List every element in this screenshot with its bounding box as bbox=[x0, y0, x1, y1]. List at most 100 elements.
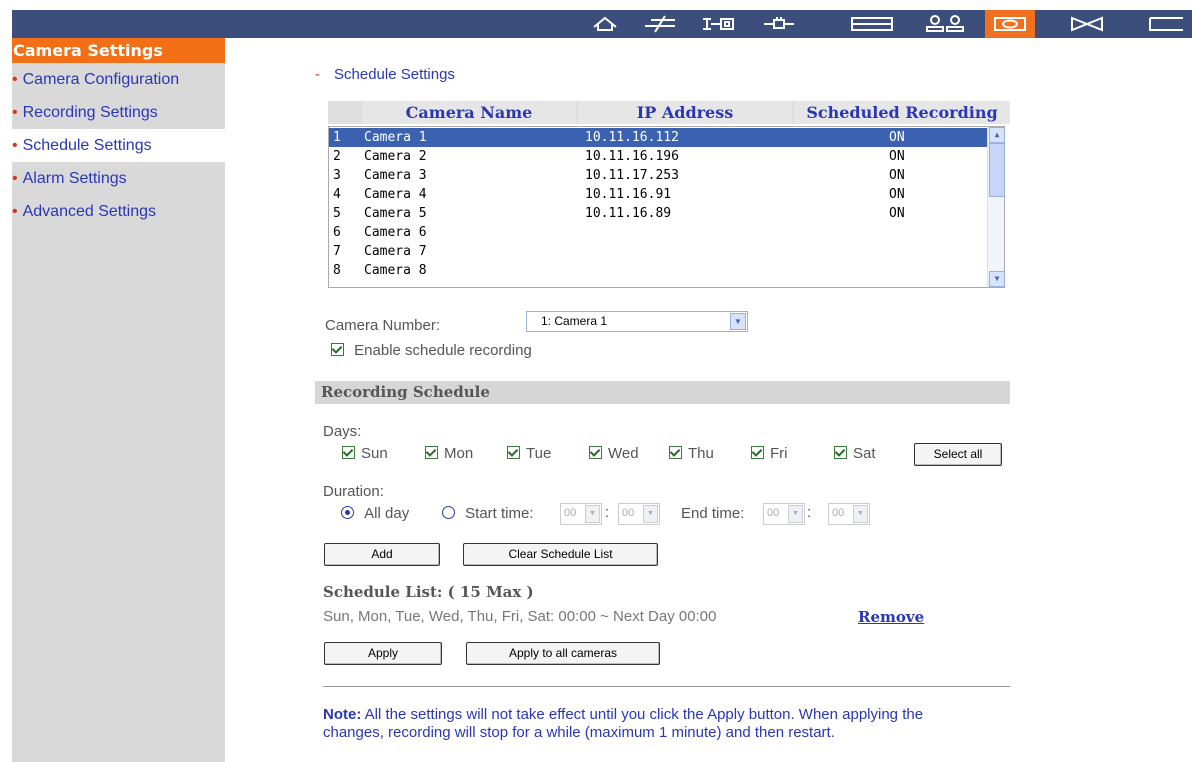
scroll-down-icon[interactable]: ▼ bbox=[989, 271, 1005, 287]
top-toolbar bbox=[12, 10, 1192, 38]
table-row[interactable]: 5 Camera 5 10.11.16.89 ON bbox=[329, 204, 987, 223]
header-scheduled-recording[interactable]: Scheduled Recording bbox=[794, 101, 1010, 124]
network-icon[interactable] bbox=[638, 10, 682, 38]
camera-number-select[interactable]: 1: Camera 1 ▼ bbox=[526, 311, 748, 332]
table-cell-ip: 10.11.16.112 bbox=[585, 130, 679, 145]
table-row[interactable]: 2 Camera 2 10.11.16.196 ON bbox=[329, 147, 987, 166]
day-tue[interactable]: Tue bbox=[507, 445, 551, 462]
day-mon[interactable]: Mon bbox=[425, 445, 473, 462]
start-time-option[interactable]: Start time: bbox=[442, 505, 534, 522]
end-hour-select[interactable]: 00 ▼ bbox=[763, 503, 805, 525]
connection-icon[interactable] bbox=[757, 10, 801, 38]
table-cell-name: Camera 5 bbox=[364, 206, 427, 221]
add-button[interactable]: Add bbox=[324, 543, 440, 566]
sidebar: Camera Settings • Camera Configuration • R… bbox=[12, 38, 225, 762]
table-cell-num: 8 bbox=[333, 263, 341, 278]
day-fri[interactable]: Fri bbox=[751, 445, 788, 462]
duration-label: Duration: bbox=[323, 483, 384, 500]
collapse-icon[interactable]: - bbox=[315, 66, 320, 83]
sidebar-header: Camera Settings bbox=[12, 38, 225, 63]
camera-number-value: 1: Camera 1 bbox=[541, 314, 608, 328]
camera-icon[interactable] bbox=[985, 10, 1035, 38]
day-checkbox[interactable] bbox=[425, 446, 438, 459]
chevron-down-icon: ▼ bbox=[853, 505, 868, 523]
start-hour-select[interactable]: 00 ▼ bbox=[560, 503, 602, 525]
day-label: Thu bbox=[688, 445, 714, 462]
day-checkbox[interactable] bbox=[589, 446, 602, 459]
end-minute-value: 00 bbox=[832, 507, 845, 519]
day-checkbox[interactable] bbox=[834, 446, 847, 459]
header-ip-address[interactable]: IP Address bbox=[578, 101, 792, 124]
table-cell-ip: 10.11.16.196 bbox=[585, 149, 679, 164]
sidebar-item-camera-configuration[interactable]: • Camera Configuration bbox=[12, 63, 225, 96]
start-minute-select[interactable]: 00 ▼ bbox=[618, 503, 660, 525]
day-label: Sat bbox=[853, 445, 876, 462]
scroll-thumb[interactable] bbox=[989, 143, 1005, 197]
table-cell-ip: 10.11.16.89 bbox=[585, 206, 672, 221]
scrollbar[interactable]: ▲ ▼ bbox=[987, 127, 1005, 287]
main-content: - Schedule Settings Camera Name IP Addres… bbox=[225, 38, 1192, 762]
apply-button[interactable]: Apply bbox=[324, 642, 442, 665]
table-cell-name: Camera 8 bbox=[364, 263, 427, 278]
day-label: Sun bbox=[361, 445, 388, 462]
start-time-radio[interactable] bbox=[442, 506, 455, 519]
table-row[interactable]: 7 Camera 7 bbox=[329, 242, 987, 261]
remove-link[interactable]: Remove bbox=[858, 608, 924, 626]
users-icon[interactable] bbox=[920, 10, 970, 38]
all-day-option[interactable]: All day bbox=[341, 505, 409, 522]
camera-list[interactable]: 8 Camera 8 7 Camera 7 6 Camera 6 5 Camera 5 10.1… bbox=[328, 126, 1005, 288]
day-sun[interactable]: Sun bbox=[342, 445, 388, 462]
table-row[interactable]: 3 Camera 3 10.11.17.253 ON bbox=[329, 166, 987, 185]
all-day-label: All day bbox=[364, 505, 410, 522]
apply-to-all-cameras-button[interactable]: Apply to all cameras bbox=[466, 642, 660, 665]
sidebar-item-label: Alarm Settings bbox=[22, 170, 127, 187]
sidebar-item-alarm-settings[interactable]: • Alarm Settings bbox=[12, 162, 225, 195]
device-icon[interactable] bbox=[696, 10, 740, 38]
header-spacer bbox=[328, 101, 360, 124]
bullet-icon: • bbox=[12, 104, 18, 121]
sidebar-item-schedule-settings[interactable]: • Schedule Settings bbox=[12, 129, 225, 162]
table-cell-name: Camera 4 bbox=[364, 187, 427, 202]
enable-schedule-row[interactable]: Enable schedule recording bbox=[331, 342, 532, 359]
scroll-up-icon[interactable]: ▲ bbox=[989, 127, 1005, 143]
section-title-label: Schedule Settings bbox=[334, 66, 455, 83]
tools-icon[interactable] bbox=[1062, 10, 1112, 38]
header-camera-name[interactable]: Camera Name bbox=[362, 101, 576, 124]
all-day-radio[interactable] bbox=[341, 506, 354, 519]
select-all-button[interactable]: Select all bbox=[914, 443, 1002, 466]
note-text: Note: All the settings will not take eff… bbox=[323, 706, 973, 742]
day-checkbox[interactable] bbox=[342, 446, 355, 459]
table-row[interactable]: 8 Camera 8 bbox=[329, 261, 987, 280]
table-cell-name: Camera 6 bbox=[364, 225, 427, 240]
table-row[interactable]: 4 Camera 4 10.11.16.91 ON bbox=[329, 185, 987, 204]
table-row[interactable]: 6 Camera 6 bbox=[329, 223, 987, 242]
time-separator: : bbox=[807, 504, 812, 521]
sidebar-item-label: Schedule Settings bbox=[22, 137, 152, 154]
table-cell-name: Camera 3 bbox=[364, 168, 427, 183]
sidebar-item-recording-settings[interactable]: • Recording Settings bbox=[12, 96, 225, 129]
bullet-icon: • bbox=[12, 71, 18, 88]
enable-schedule-checkbox[interactable] bbox=[331, 343, 344, 356]
day-checkbox[interactable] bbox=[751, 446, 764, 459]
table-cell-num: 4 bbox=[333, 187, 341, 202]
enable-schedule-label: Enable schedule recording bbox=[354, 342, 532, 359]
day-checkbox[interactable] bbox=[669, 446, 682, 459]
sidebar-item-advanced-settings[interactable]: • Advanced Settings bbox=[12, 195, 225, 228]
clear-schedule-list-button[interactable]: Clear Schedule List bbox=[463, 543, 658, 566]
home-icon[interactable] bbox=[585, 10, 625, 38]
table-row[interactable]: 1 Camera 1 10.11.16.112 ON bbox=[329, 128, 987, 147]
day-checkbox[interactable] bbox=[507, 446, 520, 459]
end-minute-select[interactable]: 00 ▼ bbox=[828, 503, 870, 525]
sidebar-item-label: Advanced Settings bbox=[22, 203, 157, 220]
table-cell-ip: 10.11.17.253 bbox=[585, 168, 679, 183]
camera-number-label: Camera Number: bbox=[325, 317, 441, 334]
start-hour-value: 00 bbox=[564, 507, 577, 519]
panel-icon[interactable] bbox=[847, 10, 897, 38]
more-icon[interactable] bbox=[1137, 10, 1192, 38]
day-wed[interactable]: Wed bbox=[589, 445, 639, 462]
day-thu[interactable]: Thu bbox=[669, 445, 714, 462]
day-label: Tue bbox=[526, 445, 552, 462]
table-cell-name: Camera 2 bbox=[364, 149, 427, 164]
table-cell-sched: ON bbox=[889, 168, 905, 183]
day-sat[interactable]: Sat bbox=[834, 445, 876, 462]
